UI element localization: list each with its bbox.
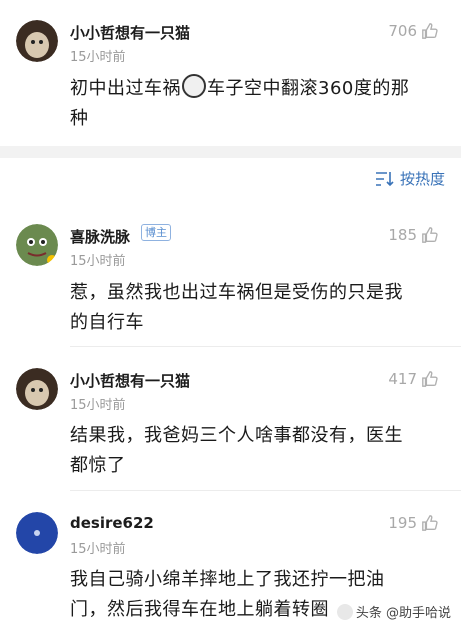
comment-divider bbox=[70, 490, 461, 491]
thumbs-up-icon bbox=[422, 371, 438, 387]
sort-by-heat-button[interactable]: 按热度 bbox=[375, 168, 445, 189]
comment-text: 惹，虽然我也出过车祸但是受伤的只是我 的自行车 bbox=[70, 282, 403, 333]
avatar-cat[interactable] bbox=[16, 368, 58, 410]
comment-time: 15小时前 bbox=[70, 542, 126, 557]
comment-text: 初中出过车祸 车子空中翻滚360度的那 种 bbox=[70, 74, 442, 134]
comment-divider bbox=[70, 346, 461, 347]
like-count: 417 bbox=[388, 370, 417, 388]
like-button[interactable]: 195 bbox=[388, 514, 439, 532]
like-count: 706 bbox=[388, 22, 417, 40]
comment-author[interactable]: 小小哲想有一只猫 bbox=[70, 370, 190, 391]
comment-author[interactable]: 喜脉洗脉 bbox=[70, 226, 130, 247]
comment-time: 15小时前 bbox=[70, 254, 126, 269]
thumbs-up-icon bbox=[422, 515, 438, 531]
comment-text: 结果我，我爸妈三个人啥事都没有，医生 都惊了 bbox=[70, 425, 403, 476]
like-count: 185 bbox=[388, 226, 417, 244]
watermark-logo-icon bbox=[336, 603, 353, 620]
comment-author[interactable]: 小小哲想有一只猫 bbox=[70, 22, 190, 43]
thumbs-up-icon bbox=[422, 227, 438, 243]
author-badge: 博主 bbox=[141, 224, 171, 241]
comment-author[interactable]: desire622 bbox=[70, 514, 154, 532]
comment-time: 15小时前 bbox=[70, 50, 126, 65]
avatar-blue[interactable] bbox=[16, 512, 58, 554]
sort-label: 按热度 bbox=[399, 170, 445, 188]
watermark: 头条 @助手哈说 bbox=[336, 602, 451, 621]
section-divider bbox=[0, 146, 461, 158]
sort-icon bbox=[375, 171, 394, 186]
avatar-frog[interactable] bbox=[16, 224, 58, 266]
hurt-emoji-icon bbox=[182, 74, 206, 98]
watermark-text: 头条 @助手哈说 bbox=[355, 606, 451, 621]
like-button[interactable]: 417 bbox=[388, 370, 439, 388]
thumbs-up-icon bbox=[422, 23, 438, 39]
like-button[interactable]: 706 bbox=[388, 22, 439, 40]
like-count: 195 bbox=[388, 514, 417, 532]
like-button[interactable]: 185 bbox=[388, 226, 439, 244]
comment-time: 15小时前 bbox=[70, 398, 126, 413]
avatar-cat[interactable] bbox=[16, 20, 58, 62]
